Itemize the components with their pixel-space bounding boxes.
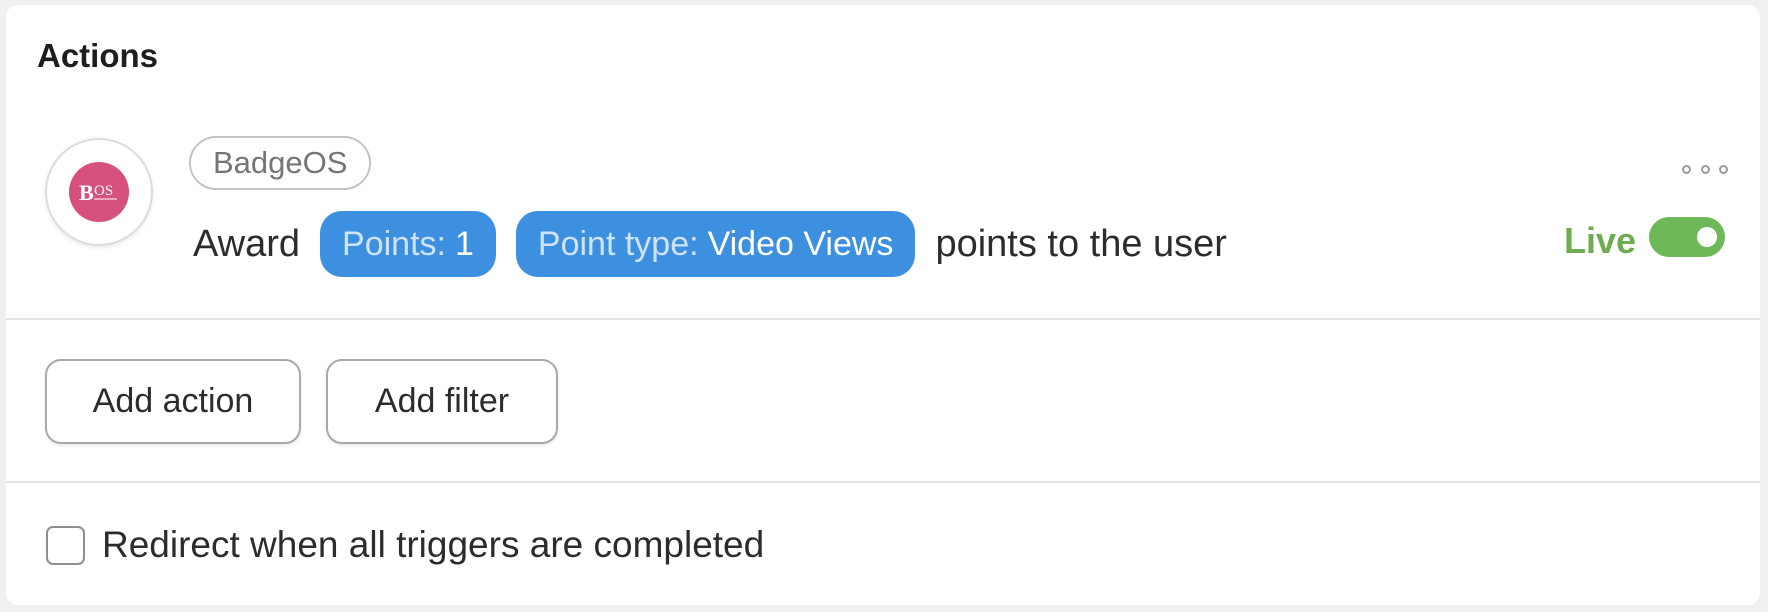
action-sentence: Award Points: 1 Point type: Video Views … xyxy=(193,210,1227,278)
integration-icon: B OS xyxy=(45,138,153,246)
sentence-suffix: points to the user xyxy=(935,223,1227,265)
redirect-checkbox[interactable] xyxy=(46,525,85,565)
add-filter-button[interactable]: Add filter xyxy=(326,359,558,444)
svg-text:OS: OS xyxy=(94,183,113,199)
toggle-knob xyxy=(1697,227,1717,247)
points-pill[interactable]: Points: 1 xyxy=(320,211,496,277)
point-type-pill-value: Video Views xyxy=(707,225,894,263)
point-type-pill[interactable]: Point type: Video Views xyxy=(515,211,916,277)
action-buttons-row: Add action Add filter xyxy=(6,320,1760,483)
actions-panel: Actions B OS BadgeOS Award Points: 1 Poi… xyxy=(6,5,1760,605)
points-pill-value: 1 xyxy=(454,225,474,263)
status-toggle[interactable] xyxy=(1649,217,1725,257)
integration-name-tag: BadgeOS xyxy=(189,136,372,190)
svg-text:B: B xyxy=(79,180,94,205)
menu-dot xyxy=(1682,164,1691,174)
menu-dot xyxy=(1719,164,1728,174)
redirect-checkbox-label[interactable]: Redirect when all triggers are completed xyxy=(102,522,764,568)
sentence-prefix: Award xyxy=(193,223,301,265)
badgeos-logo-mark: B OS xyxy=(79,180,117,205)
redirect-option: Redirect when all triggers are completed xyxy=(46,522,764,568)
points-pill-key: Points: xyxy=(342,225,446,263)
action-item: B OS BadgeOS Award Points: 1 Point type:… xyxy=(6,115,1760,320)
badgeos-logo-icon: B OS xyxy=(69,162,129,222)
add-action-button[interactable]: Add action xyxy=(45,359,301,444)
panel-title: Actions xyxy=(37,37,159,74)
menu-dot xyxy=(1700,164,1710,174)
status-label: Live xyxy=(1564,220,1637,261)
point-type-pill-key: Point type: xyxy=(537,225,699,263)
more-horizontal-icon[interactable] xyxy=(1682,157,1728,181)
